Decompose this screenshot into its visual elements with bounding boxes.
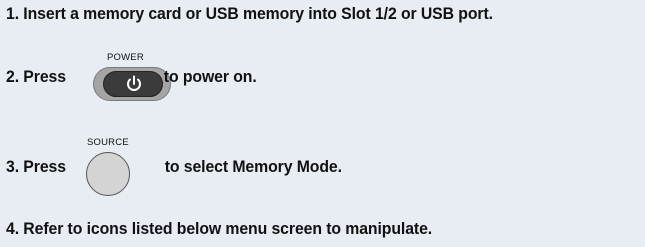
source-button-caption: SOURCE xyxy=(87,137,129,148)
step-2-number: 2. xyxy=(6,67,20,86)
step-4-text: Refer to icons listed below menu screen … xyxy=(23,219,433,238)
step-2: 2. Press to power on. xyxy=(6,67,257,87)
step-3-number: 3. xyxy=(6,157,20,176)
step-3: 3. Press to select Memory Mode. xyxy=(6,157,342,177)
step-3-after: to select Memory Mode. xyxy=(164,157,342,176)
step-4: 4. Refer to icons listed below menu scre… xyxy=(6,219,432,239)
step-1: 1. Insert a memory card or USB memory in… xyxy=(6,4,493,24)
power-button-caption: POWER xyxy=(107,52,144,63)
step-2-after: to power on. xyxy=(163,67,257,86)
step-1-number: 1. xyxy=(6,4,20,23)
step-2-before: Press xyxy=(23,67,66,86)
step-4-number: 4. xyxy=(6,219,20,238)
step-3-before: Press xyxy=(23,157,66,176)
step-1-text: Insert a memory card or USB memory into … xyxy=(23,4,493,23)
